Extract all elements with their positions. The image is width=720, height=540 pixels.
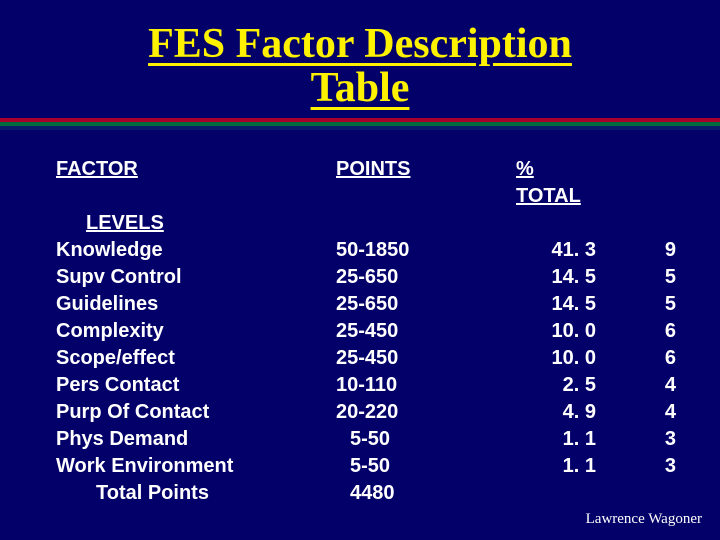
cell-levels: 6 (616, 345, 676, 372)
cell-points: 5-50 (336, 453, 486, 480)
cell-pct: 14. 5 (486, 291, 616, 318)
cell-points: 10-110 (336, 372, 486, 399)
cell-levels: 3 (616, 426, 676, 453)
table-header-row: FACTOR POINTS % TOTAL (56, 156, 680, 210)
cell-points: 25-450 (336, 345, 486, 372)
cell-pct: 1. 1 (486, 426, 616, 453)
cell-levels: 5 (616, 264, 676, 291)
cell-levels: 4 (616, 399, 676, 426)
cell-levels: 5 (616, 291, 676, 318)
cell-factor: Work Environment (56, 453, 336, 480)
table-row: Scope/effect25-45010. 06 (56, 345, 680, 372)
cell-factor: Guidelines (56, 291, 336, 318)
table-row: Guidelines25-65014. 55 (56, 291, 680, 318)
cell-points: 50-1850 (336, 237, 486, 264)
title-line-2: Table (311, 65, 410, 111)
slide-title: FES Factor Description Table (0, 0, 720, 110)
cell-pct: 41. 3 (486, 237, 616, 264)
cell-levels: 9 (616, 237, 676, 264)
header-pct-total: % TOTAL (486, 156, 616, 210)
cell-pct: 2. 5 (486, 372, 616, 399)
header-points: POINTS (336, 156, 486, 183)
cell-points: 25-650 (336, 291, 486, 318)
cell-points: 25-450 (336, 318, 486, 345)
cell-points: 5-50 (336, 426, 486, 453)
footer-author: Lawrence Wagoner (586, 511, 702, 528)
cell-factor: Complexity (56, 318, 336, 345)
cell-points: 25-650 (336, 264, 486, 291)
total-label: Total Points (56, 480, 336, 507)
table-row: Phys Demand5-501. 13 (56, 426, 680, 453)
table-row: Supv Control25-65014. 55 (56, 264, 680, 291)
cell-pct: 14. 5 (486, 264, 616, 291)
cell-levels: 4 (616, 372, 676, 399)
cell-factor: Supv Control (56, 264, 336, 291)
subheader-row: LEVELS (56, 210, 680, 237)
factor-table: FACTOR POINTS % TOTAL LEVELS Knowledge50… (0, 130, 720, 507)
cell-pct: 1. 1 (486, 453, 616, 480)
table-row: Complexity25-45010. 06 (56, 318, 680, 345)
table-row: Work Environment5-501. 13 (56, 453, 680, 480)
header-factor: FACTOR (56, 156, 336, 183)
table-row: Purp Of Contact20-2204. 94 (56, 399, 680, 426)
total-points: 4480 (336, 480, 486, 507)
cell-pct: 4. 9 (486, 399, 616, 426)
cell-factor: Purp Of Contact (56, 399, 336, 426)
cell-pct: 10. 0 (486, 345, 616, 372)
total-row: Total Points 4480 (56, 480, 680, 507)
cell-levels: 3 (616, 453, 676, 480)
cell-factor: Phys Demand (56, 426, 336, 453)
cell-factor: Knowledge (56, 237, 336, 264)
cell-levels: 6 (616, 318, 676, 345)
cell-points: 20-220 (336, 399, 486, 426)
divider-rules (0, 118, 720, 130)
subheader-levels: LEVELS (56, 210, 336, 237)
cell-factor: Scope/effect (56, 345, 336, 372)
cell-factor: Pers Contact (56, 372, 336, 399)
table-row: Pers Contact10-1102. 54 (56, 372, 680, 399)
table-row: Knowledge50-185041. 39 (56, 237, 680, 264)
cell-pct: 10. 0 (486, 318, 616, 345)
title-line-1: FES Factor Description (148, 21, 572, 67)
